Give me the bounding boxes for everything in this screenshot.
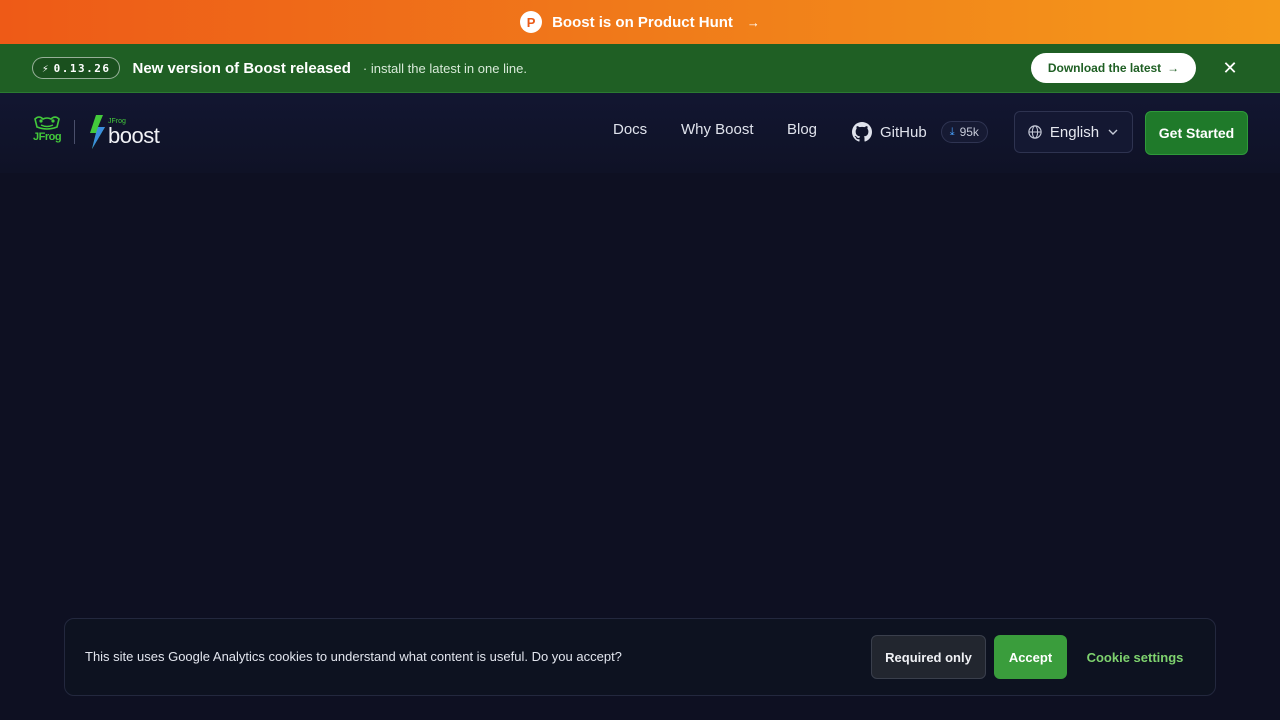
github-icon: [852, 122, 872, 142]
download-icon: ⤓: [949, 125, 955, 138]
close-icon[interactable]: ✕: [1219, 56, 1241, 80]
logo-link[interactable]: JFrog JFrog boost: [32, 115, 160, 149]
download-latest-label: Download the latest: [1047, 61, 1162, 75]
required-only-button[interactable]: Required only: [871, 635, 986, 679]
product-hunt-banner[interactable]: P Boost is on Product Hunt →: [0, 0, 1280, 44]
globe-icon: [1028, 125, 1042, 139]
boost-logo: JFrog boost: [87, 115, 160, 149]
frog-icon: [34, 116, 60, 130]
github-label: GitHub: [880, 123, 927, 141]
nav-why-boost[interactable]: Why Boost: [681, 121, 754, 138]
product-hunt-text: Boost is on Product Hunt: [552, 13, 733, 31]
boost-bolt-icon: [90, 115, 105, 149]
site-header: JFrog JFrog boost Docs Why Boost Blog Gi…: [0, 93, 1280, 173]
boost-jfrog-small: JFrog: [108, 118, 126, 125]
cookie-banner: This site uses Google Analytics cookies …: [64, 618, 1216, 696]
version-number: 0.13.26: [53, 61, 111, 75]
cookie-message: This site uses Google Analytics cookies …: [85, 649, 622, 664]
version-badge: ⚡ 0.13.26: [32, 57, 121, 79]
release-announcement-bar: ⚡ 0.13.26 New version of Boost released …: [0, 44, 1280, 93]
arrow-right-icon: →: [1167, 61, 1180, 75]
get-started-button[interactable]: Get Started: [1145, 111, 1248, 155]
cookie-settings-link[interactable]: Cookie settings: [1075, 635, 1195, 679]
chevron-down-icon: [1108, 129, 1118, 135]
language-selected: English: [1049, 123, 1100, 141]
download-latest-button[interactable]: Download the latest →: [1031, 53, 1196, 83]
release-subtitle: · install the latest in one line.: [362, 60, 527, 76]
accept-button[interactable]: Accept: [994, 635, 1067, 679]
logo-divider: [74, 120, 75, 144]
github-link[interactable]: GitHub ⤓ 95k: [852, 121, 988, 143]
nav-docs[interactable]: Docs: [613, 121, 647, 138]
download-count: 95k: [959, 125, 979, 139]
nav-blog[interactable]: Blog: [787, 121, 817, 138]
release-title: New version of Boost released: [132, 59, 351, 77]
bolt-icon: ⚡: [42, 61, 49, 75]
language-select[interactable]: English: [1014, 111, 1133, 153]
jfrog-wordmark: JFrog: [33, 131, 62, 143]
product-hunt-icon: P: [520, 11, 543, 33]
arrow-right-icon: →: [746, 14, 760, 30]
jfrog-logo: JFrog: [32, 115, 62, 149]
boost-wordmark: boost: [108, 123, 160, 148]
download-count-badge: ⤓ 95k: [940, 121, 988, 143]
